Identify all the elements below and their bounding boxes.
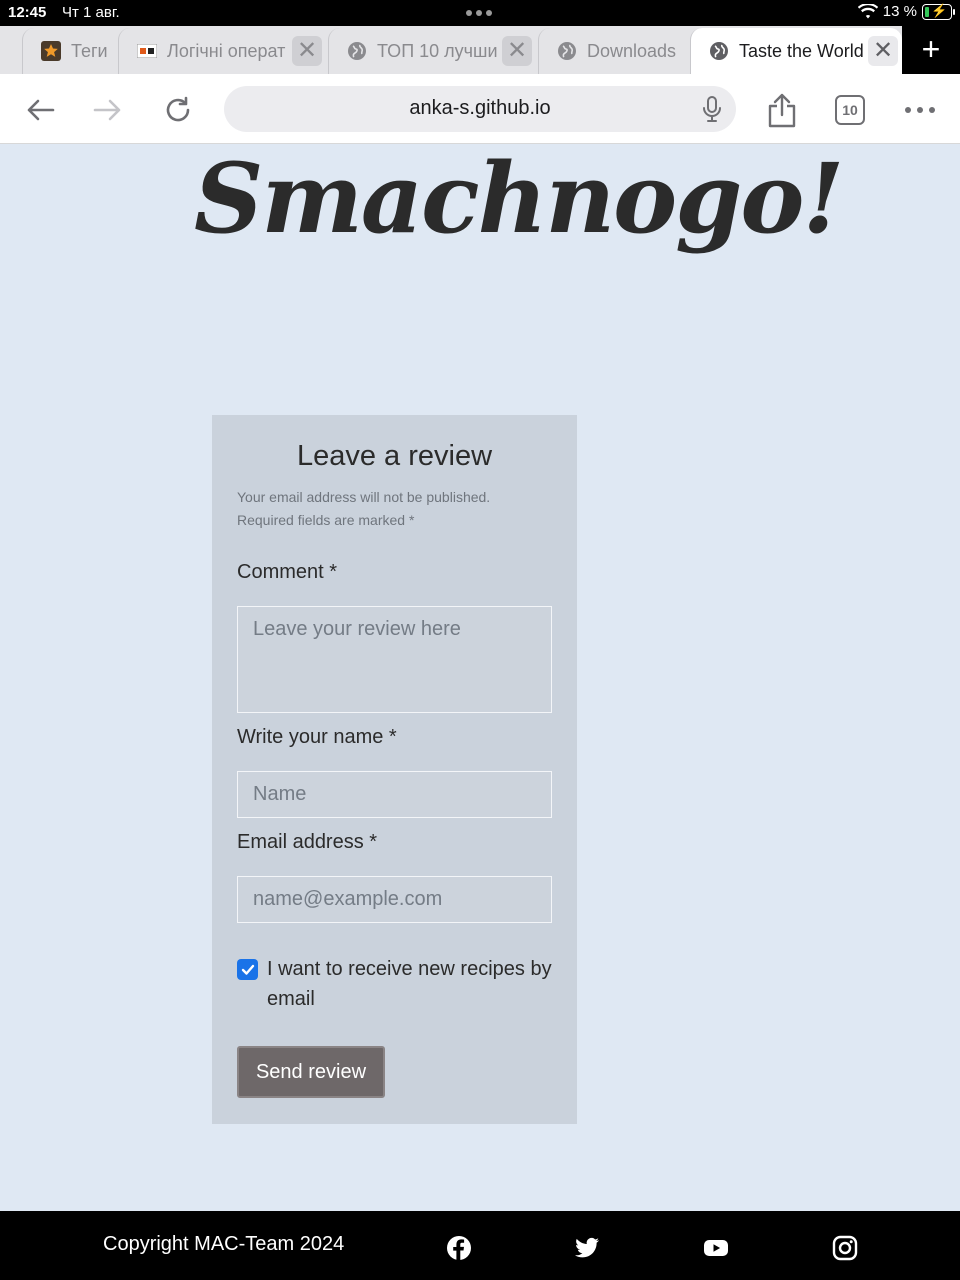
tab-item-taste-the-world[interactable]: Taste the World ✕ (690, 28, 902, 74)
site-logo-text[interactable]: Smachnogo! (194, 142, 844, 255)
more-icon (905, 107, 935, 113)
facebook-icon[interactable] (446, 1235, 472, 1261)
close-tab-icon[interactable]: ✕ (868, 36, 898, 66)
review-form: Leave a review Your email address will n… (212, 415, 577, 1124)
comment-label: Comment * (237, 561, 338, 583)
more-menu-button[interactable] (900, 90, 940, 130)
tab-count-icon: 10 (835, 95, 865, 125)
address-url: anka-s.github.io (409, 97, 551, 119)
star-icon (41, 41, 61, 61)
privacy-note: Your email address will not be published… (237, 489, 491, 528)
close-tab-icon[interactable]: ✕ (292, 36, 322, 66)
comment-textarea[interactable]: Leave your review here (237, 606, 552, 713)
youtube-icon[interactable] (703, 1235, 729, 1261)
email-placeholder: name@example.com (253, 888, 443, 910)
copyright-text: Copyright MAC-Team 2024 (103, 1233, 345, 1255)
back-button[interactable] (20, 90, 60, 130)
name-placeholder: Name (253, 783, 307, 805)
tab-title: Теги (71, 40, 108, 61)
multitasking-dots-icon[interactable] (466, 10, 492, 16)
forward-button[interactable] (88, 90, 128, 130)
address-bar[interactable]: anka-s.github.io (224, 86, 736, 132)
tab-title: Taste the World (739, 40, 863, 61)
email-label: Email address * (237, 831, 378, 853)
name-input[interactable]: Name (237, 771, 552, 818)
tab-title: Downloads (587, 40, 677, 61)
review-heading: Leave a review (296, 440, 493, 472)
checkmark-icon (241, 964, 254, 975)
subscribe-label[interactable]: I want to receive new recipes by email (267, 954, 567, 1014)
tab-strip: Теги Логічні операт ✕ ТОП 10 лучши ✕ Dow… (0, 26, 960, 74)
tab-item-logic[interactable]: Логічні операт ✕ (118, 28, 326, 74)
arrow-right-icon (93, 99, 121, 121)
close-tab-icon[interactable]: ✕ (502, 36, 532, 66)
globe-icon (347, 41, 367, 61)
status-bar: 12:45 Чт 1 авг. 13 % ⚡ (0, 0, 960, 26)
status-date: Чт 1 авг. (62, 4, 120, 21)
comment-placeholder: Leave your review here (253, 618, 461, 640)
tab-item-top10[interactable]: ТОП 10 лучши ✕ (328, 28, 536, 74)
tab-title: Логічні операт (167, 40, 286, 61)
new-tab-button[interactable]: + (902, 26, 960, 74)
subscribe-checkbox[interactable] (237, 959, 258, 980)
share-icon (768, 93, 796, 128)
twitter-icon[interactable] (574, 1235, 600, 1261)
battery-icon: ⚡ (922, 3, 955, 20)
wifi-icon (857, 3, 878, 18)
globe-icon (709, 41, 729, 61)
share-button[interactable] (762, 90, 802, 130)
microphone-icon[interactable] (702, 95, 722, 123)
instagram-icon[interactable] (832, 1235, 858, 1261)
tabs-overview-button[interactable]: 10 (830, 90, 870, 130)
site-logo-icon (137, 41, 157, 61)
name-label: Write your name * (237, 726, 397, 748)
email-input[interactable]: name@example.com (237, 876, 552, 923)
arrow-left-icon (27, 99, 55, 121)
globe-icon (557, 41, 577, 61)
tab-item-tags[interactable]: Теги (22, 28, 122, 74)
site-footer: Copyright MAC-Team 2024 (0, 1211, 960, 1280)
tab-item-downloads[interactable]: Downloads (538, 28, 688, 74)
tab-title: ТОП 10 лучши (377, 40, 498, 61)
battery-percent: 13 % (882, 3, 917, 20)
send-review-button[interactable]: Send review (237, 1046, 385, 1098)
browser-toolbar: anka-s.github.io 10 (0, 74, 960, 144)
reload-button[interactable] (158, 90, 198, 130)
status-time: 12:45 (8, 4, 47, 21)
reload-icon (166, 96, 190, 122)
